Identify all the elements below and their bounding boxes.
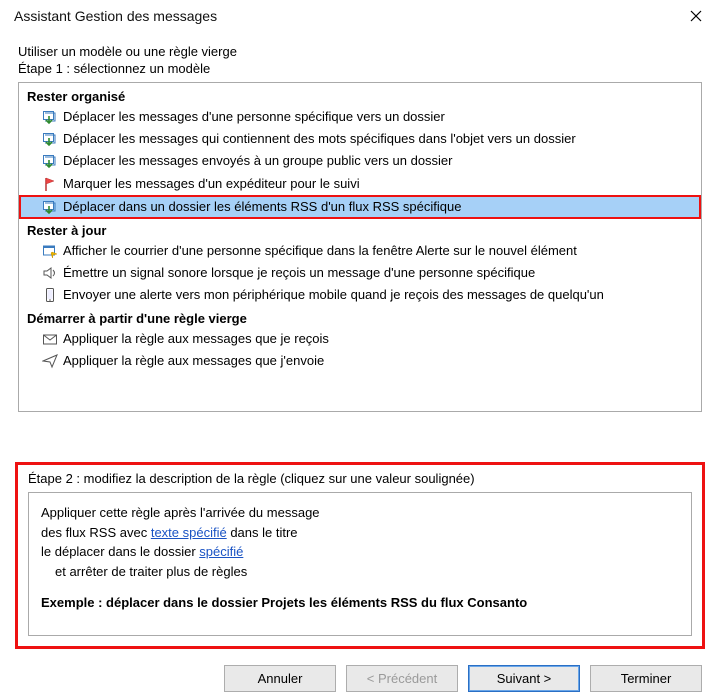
desc-text: le déplacer dans le dossier — [41, 544, 199, 559]
desc-text: des flux RSS avec — [41, 525, 151, 540]
close-icon — [690, 10, 702, 22]
rule-play-sound[interactable]: Émettre un signal sonore lorsque je reço… — [27, 262, 693, 284]
link-specified-folder[interactable]: spécifié — [199, 544, 243, 559]
cancel-button[interactable]: Annuler — [224, 665, 336, 692]
desc-line-2: des flux RSS avec texte spécifié dans le… — [41, 523, 679, 543]
desc-line-4: et arrêter de traiter plus de règles — [41, 562, 679, 582]
flag-icon — [39, 176, 61, 192]
rule-label: Appliquer la règle aux messages que j'en… — [63, 352, 324, 370]
next-button[interactable]: Suivant > — [468, 665, 580, 692]
window-title: Assistant Gestion des messages — [14, 8, 217, 24]
group-stay-organized: Rester organisé — [27, 89, 693, 104]
title-bar: Assistant Gestion des messages — [0, 0, 720, 32]
rule-label: Envoyer une alerte vers mon périphérique… — [63, 286, 604, 304]
alert-window-icon — [39, 243, 61, 259]
move-to-folder-icon — [39, 131, 61, 147]
move-to-folder-icon — [39, 199, 61, 215]
rule-description-panel: Appliquer cette règle après l'arrivée du… — [28, 492, 692, 636]
desc-line-3: le déplacer dans le dossier spécifié — [41, 542, 679, 562]
close-button[interactable] — [682, 6, 710, 26]
rule-mobile-alert[interactable]: Envoyer une alerte vers mon périphérique… — [27, 284, 693, 306]
rule-label: Déplacer les messages envoyés à un group… — [63, 152, 453, 170]
template-list-panel: Rester organisé Déplacer les messages d'… — [18, 82, 702, 412]
speaker-icon — [39, 265, 61, 281]
step2-label: Étape 2 : modifiez la description de la … — [28, 471, 692, 486]
dialog-buttons: Annuler < Précédent Suivant > Terminer — [0, 649, 720, 692]
step1-label: Étape 1 : sélectionnez un modèle — [18, 61, 702, 76]
move-to-folder-icon — [39, 153, 61, 169]
rule-move-rss[interactable]: Déplacer dans un dossier les éléments RS… — [27, 195, 693, 219]
envelope-icon — [39, 331, 61, 347]
mobile-icon — [39, 287, 61, 303]
rule-label: Afficher le courrier d'une personne spéc… — [63, 242, 577, 260]
rule-label: Déplacer les messages d'une personne spé… — [63, 108, 445, 126]
example-text: Exemple : déplacer dans le dossier Proje… — [41, 595, 679, 610]
move-to-folder-icon — [39, 109, 61, 125]
rule-label: Déplacer dans un dossier les éléments RS… — [63, 198, 461, 216]
send-icon — [39, 353, 61, 369]
desc-text: dans le titre — [227, 525, 298, 540]
group-stay-updated: Rester à jour — [27, 223, 693, 238]
rule-label: Déplacer les messages qui contiennent de… — [63, 130, 576, 148]
rule-label: Émettre un signal sonore lorsque je reço… — [63, 264, 535, 282]
step2-highlight: Étape 2 : modifiez la description de la … — [15, 462, 705, 649]
link-specified-text[interactable]: texte spécifié — [151, 525, 227, 540]
rule-move-group[interactable]: Déplacer les messages envoyés à un group… — [27, 150, 693, 172]
rule-apply-sent[interactable]: Appliquer la règle aux messages que j'en… — [27, 350, 693, 372]
rule-flag-sender[interactable]: Marquer les messages d'un expéditeur pou… — [27, 173, 693, 195]
group-blank-rule: Démarrer à partir d'une règle vierge — [27, 311, 693, 326]
rule-move-with-words[interactable]: Déplacer les messages qui contiennent de… — [27, 128, 693, 150]
desc-line-1: Appliquer cette règle après l'arrivée du… — [41, 503, 679, 523]
use-template-label: Utiliser un modèle ou une règle vierge — [18, 44, 702, 59]
rule-label: Appliquer la règle aux messages que je r… — [63, 330, 329, 348]
rule-alert-window[interactable]: Afficher le courrier d'une personne spéc… — [27, 240, 693, 262]
rule-label: Marquer les messages d'un expéditeur pou… — [63, 175, 360, 193]
rule-move-from-person[interactable]: Déplacer les messages d'une personne spé… — [27, 106, 693, 128]
previous-button: < Précédent — [346, 665, 458, 692]
rule-apply-received[interactable]: Appliquer la règle aux messages que je r… — [27, 328, 693, 350]
finish-button[interactable]: Terminer — [590, 665, 702, 692]
